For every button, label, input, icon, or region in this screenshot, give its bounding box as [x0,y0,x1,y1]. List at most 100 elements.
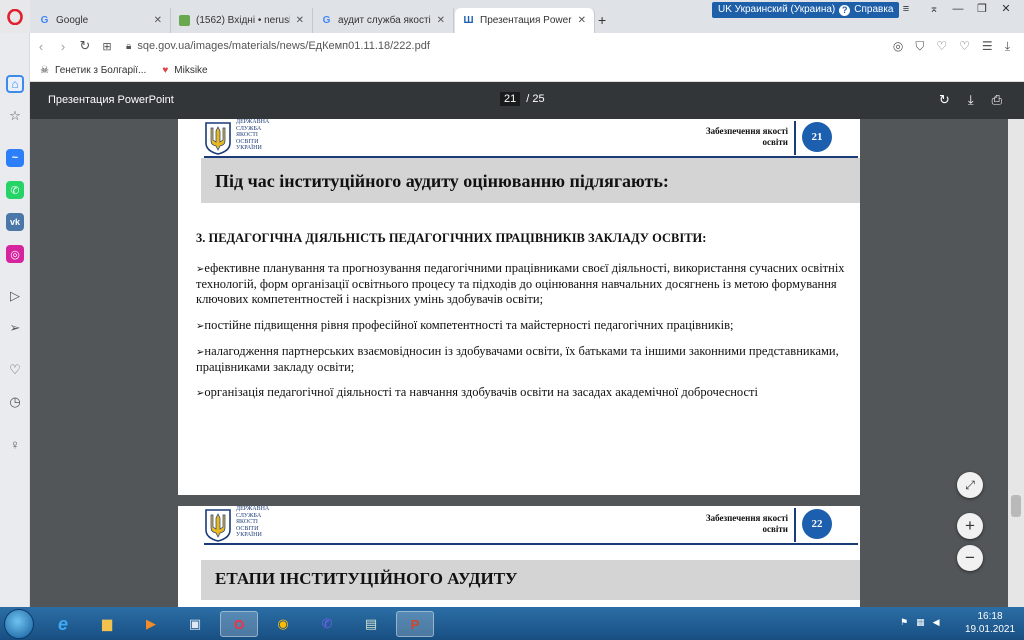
bookmark-genetic[interactable]: ☠ Генетик з Болгарії... [40,65,146,76]
reload-button[interactable]: ↻ [74,38,96,54]
flag-icon[interactable]: ⚑ [900,617,908,628]
close-icon[interactable]: ✕ [578,15,586,26]
slide-page-badge: 21 [802,122,832,152]
sliders-icon[interactable]: ☰ [982,39,993,54]
heart-outline-icon[interactable]: ♡ [959,39,970,54]
section-heading: 3. ПЕДАГОГІЧНА ДІЯЛЬНІСТЬ ПЕДАГОГІЧНИХ П… [196,231,707,245]
bookmark-icon: ☠ [40,64,49,76]
mail-icon [179,15,190,26]
pdf-title: Презентация PowerPoint [48,94,174,106]
window-app-icon[interactable]: ▤ [352,611,390,637]
zoom-in-button[interactable]: + [957,513,983,539]
lock-icon[interactable]: 🔒︎ [126,41,131,52]
list-item: ➢організація педагогічної діяльності та … [196,385,758,400]
page-number-input[interactable]: 21 [500,92,521,106]
zoom-out-button[interactable]: − [957,545,983,571]
opera-sidebar: ⌂ ☆ ~ ✆ vk ◎ ▷ ➢ ♡ ◷ ♀ [0,33,30,607]
shield-icon[interactable]: ⛉ [915,39,924,54]
start-button[interactable] [4,609,34,639]
close-icon[interactable]: ✕ [154,15,162,26]
qa-label: Забезпечення якості освіти [705,513,788,534]
url-field[interactable]: sqe.gov.ua/images/materials/news/ЕдКемп0… [137,40,430,52]
pdf-viewer[interactable]: ДЕРЖАВНА СЛУЖБА ЯКОСТІ ОСВІТИ УКРАЇНИ За… [30,119,1008,607]
rotate-icon[interactable]: ↻ [939,92,950,108]
player-icon[interactable]: ▷ [6,287,24,305]
header-divider [794,508,796,542]
close-icon[interactable]: ✕ [437,15,445,26]
address-bar: ‹ › ↻ ⊞ 🔒︎ sqe.gov.ua/images/materials/n… [30,33,1024,59]
media-player-icon[interactable]: ▶ [132,611,170,637]
download-icon[interactable]: ⤓ [1005,39,1010,54]
title-band: ЕТАПИ ІНСТИТУЦІЙНОГО АУДИТУ [201,560,860,600]
minimize-button[interactable]: — [950,2,966,16]
whatsapp-icon[interactable]: ✆ [6,181,24,199]
chrome-icon[interactable]: ◉ [264,611,302,637]
opera-menu-button[interactable] [0,0,30,33]
list-item: ➢ефективне планування та прогнозування п… [196,261,845,307]
tab-powerpoint-pdf[interactable]: Ш Презентация PowerPoint ✕ [455,8,595,33]
pdf-tools: ↻ ⤓ ⎙ [939,92,1002,108]
tab-google[interactable]: G Google ✕ [31,8,171,33]
slide-title: Під час інституційного аудиту оцінюванню… [215,171,669,191]
agency-name: ДЕРЖАВНА СЛУЖБА ЯКОСТІ ОСВІТИ УКРАЇНИ [236,506,270,539]
vk-icon[interactable]: vk [6,213,24,231]
scroll-thumb[interactable] [1011,495,1021,517]
download-icon[interactable]: ⤓ [968,92,974,108]
taskbar-clock[interactable]: 16:18 19.01.2021 [960,610,1020,636]
trident-icon: Ш [463,15,474,26]
print-icon[interactable]: ⎙ [992,92,1002,108]
camera-icon[interactable]: ◎ [893,39,903,54]
new-tab-button[interactable]: + [598,12,606,28]
slide-title: ЕТАПИ ІНСТИТУЦІЙНОГО АУДИТУ [215,569,518,588]
opera-taskbar-icon[interactable]: O [220,611,258,637]
home-icon[interactable]: ⌂ [6,75,24,93]
save-disk-icon[interactable]: ▣ [176,611,214,637]
language-indicator[interactable]: UK Украинский (Украина) ? Справка [712,2,900,18]
speed-dial-icon[interactable]: ☆ [6,107,24,125]
heart-icon: ♥ [162,64,169,76]
google-icon: G [322,15,331,26]
trident-emblem-icon [205,509,231,542]
menu-icon[interactable]: ≡ [898,2,914,16]
heart-icon[interactable]: ♡ [936,39,947,54]
address-bar-actions: ◎ ⛉ ♡ ♡ ☰ ⤓ [893,39,1010,54]
viber-icon[interactable]: ✆ [308,611,346,637]
powerpoint-icon[interactable]: P [396,611,434,637]
help-icon: ? [839,4,851,16]
slide-22: ДЕРЖАВНА СЛУЖБА ЯКОСТІ ОСВІТИ УКРАЇНИ За… [178,506,860,607]
windows-taskbar: e ▆ ▶ ▣ O ◉ ✆ ▤ P ⚑ ▦ ◀ 16:18 19.01.2021 [0,607,1024,640]
close-icon[interactable]: ✕ [296,15,304,26]
fit-page-button[interactable]: ⤢ [957,472,983,498]
send-icon[interactable]: ➢ [6,319,24,337]
close-window-button[interactable]: ✕ [998,2,1014,16]
internet-explorer-icon[interactable]: e [44,611,82,637]
header-rule [204,543,858,545]
slide-header: ДЕРЖАВНА СЛУЖБА ЯКОСТІ ОСВІТИ УКРАЇНИ За… [178,119,860,159]
lightbulb-icon[interactable]: ♀ [6,435,24,453]
history-icon[interactable]: ◷ [6,393,24,411]
volume-icon[interactable]: ◀ [933,617,940,628]
bookmarks-bar: ☠ Генетик з Болгарії... ♥ Miksike [30,59,1024,82]
viewer-scrollbar[interactable] [1008,119,1024,607]
tab-mail[interactable]: (1562) Вхідні • nerushakol... ✕ [171,8,313,33]
tab-google-search[interactable]: G аудит служба якості освіт... ✕ [313,8,454,33]
heart-icon[interactable]: ♡ [6,361,24,379]
google-icon: G [40,15,49,26]
list-item: ➢налагодження партнерських взаємовідноси… [196,343,839,375]
pin-icon[interactable]: ⌅ [926,2,942,16]
bookmark-miksike[interactable]: ♥ Miksike [162,65,207,76]
forward-button[interactable]: › [52,39,74,54]
page-total: / 25 [526,93,545,105]
instagram-icon[interactable]: ◎ [6,245,24,263]
browser-tab-strip: G Google ✕ (1562) Вхідні • nerushakol...… [0,0,1024,33]
qa-label: Забезпечення якості освіти [705,126,788,147]
folder-icon[interactable]: ▆ [88,611,126,637]
messenger-icon[interactable]: ~ [6,149,24,167]
tab-grid-icon[interactable]: ⊞ [96,40,118,53]
bullet-list: ➢ефективне планування та прогнозування п… [196,261,856,411]
back-button[interactable]: ‹ [30,39,52,54]
slide-page-badge: 22 [802,509,832,539]
network-icon[interactable]: ▦ [916,617,925,628]
system-tray: ⚑ ▦ ◀ [900,617,940,628]
restore-button[interactable]: ❐ [974,2,990,16]
